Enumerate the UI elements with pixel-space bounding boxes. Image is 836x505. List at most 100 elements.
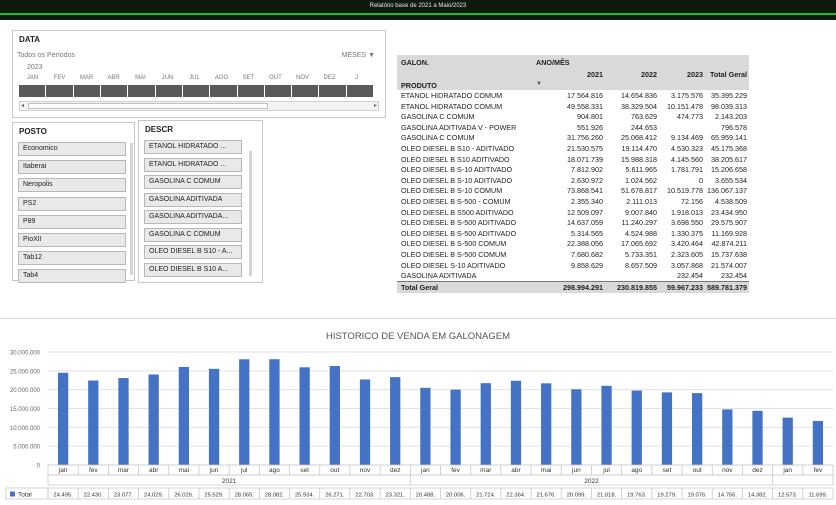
timeline-period-segment[interactable] bbox=[319, 85, 346, 97]
pivot-row-field[interactable]: PRODUTO bbox=[401, 81, 437, 90]
bar[interactable] bbox=[571, 389, 582, 465]
pivot-cell: 19.114.470 bbox=[621, 143, 657, 153]
bar[interactable] bbox=[782, 417, 793, 465]
bar[interactable] bbox=[390, 377, 401, 465]
data-table-value: 21.724. bbox=[476, 493, 496, 499]
bar[interactable] bbox=[208, 368, 220, 465]
pivot-row: GASOLINA C COMUM 31.756.260 25.068.412 9.13… bbox=[397, 132, 749, 143]
timeline-period-segment[interactable] bbox=[264, 85, 292, 97]
timeline-month[interactable]: JUL bbox=[181, 75, 208, 81]
pivot-measure: GALON. bbox=[401, 58, 429, 67]
scroll-left-icon[interactable]: ◂ bbox=[21, 102, 24, 109]
timeline-period-segment[interactable] bbox=[46, 85, 73, 97]
slicer-item[interactable]: OLEO DIESEL B S10 A... bbox=[144, 262, 242, 277]
descr-slicer[interactable]: DESCR ETANOL HIDRATADO ... ETANOL HIDRATA… bbox=[138, 120, 263, 283]
pivot-cell: 904.801 bbox=[577, 112, 603, 122]
descr-slicer-scrollbar[interactable] bbox=[249, 151, 252, 276]
bar[interactable] bbox=[118, 378, 129, 465]
timeline-month[interactable]: JAN bbox=[19, 75, 46, 81]
pivot-row-label: ETANOL HIDRATADO COMUM bbox=[401, 91, 503, 100]
date-timeline-slicer[interactable]: DATA Todos os Períodos MESES ▼ 2023 JAN F… bbox=[12, 30, 386, 118]
slicer-item[interactable]: OLEO DIESEL B S10 - A... bbox=[144, 245, 242, 259]
bar[interactable] bbox=[752, 410, 763, 465]
bar[interactable] bbox=[631, 390, 642, 465]
pivot-filter-icon[interactable]: ▼ bbox=[536, 81, 542, 87]
bar[interactable] bbox=[541, 383, 552, 465]
timeline-level-dropdown[interactable]: MESES ▼ bbox=[342, 52, 375, 59]
timeline-month[interactable]: OUT bbox=[262, 75, 289, 81]
slicer-item[interactable]: Tab12 bbox=[18, 251, 126, 266]
slicer-item[interactable]: PS2 bbox=[18, 196, 126, 211]
timeline-month[interactable]: AGO bbox=[208, 75, 235, 81]
pivot-row: ETANOL HIDRATADO COMUM 17.564.816 14.654.8… bbox=[397, 90, 749, 101]
timeline-period-segment[interactable] bbox=[155, 85, 182, 97]
bar[interactable] bbox=[510, 380, 522, 465]
posto-slicer-scrollbar[interactable] bbox=[130, 143, 133, 275]
timeline-scrollbar[interactable]: ◂ ▸ bbox=[19, 101, 379, 111]
bar[interactable] bbox=[88, 380, 99, 465]
timeline-month[interactable]: DEZ bbox=[316, 75, 343, 81]
timeline-period-segment[interactable] bbox=[19, 85, 46, 97]
bar[interactable] bbox=[329, 366, 340, 465]
pivot-cell: 10.519.778 bbox=[667, 186, 703, 196]
timeline-period-segment[interactable] bbox=[237, 85, 264, 97]
timeline-month[interactable]: MAR bbox=[73, 75, 100, 81]
timeline-period-segment[interactable] bbox=[210, 85, 237, 97]
bar[interactable] bbox=[480, 383, 491, 465]
timeline-month[interactable]: J bbox=[343, 75, 370, 81]
bar[interactable] bbox=[299, 367, 310, 465]
pivot-cell: 5.733.351 bbox=[625, 249, 657, 259]
x-tick-label: jun bbox=[209, 467, 219, 474]
timeline-month[interactable]: NOV bbox=[289, 75, 316, 81]
bar[interactable] bbox=[359, 379, 371, 465]
timeline-period-segment[interactable] bbox=[182, 85, 210, 97]
timeline-period-segment[interactable] bbox=[128, 85, 155, 97]
bar[interactable] bbox=[601, 385, 612, 465]
bar[interactable] bbox=[178, 366, 189, 465]
pivot-cell: 72.156 bbox=[681, 196, 703, 206]
slicer-item[interactable]: GASOLINA C COMUM bbox=[144, 175, 242, 189]
pivot-cell: 31.756.260 bbox=[567, 133, 603, 143]
bar[interactable] bbox=[269, 359, 280, 465]
bar[interactable] bbox=[692, 393, 703, 465]
bar[interactable] bbox=[57, 372, 69, 465]
data-table-value: 24.495. bbox=[53, 493, 73, 499]
bar[interactable] bbox=[420, 387, 431, 465]
slicer-item[interactable]: GASOLINA C COMUM bbox=[144, 227, 242, 242]
bar[interactable] bbox=[722, 409, 733, 465]
timeline-period-segment[interactable] bbox=[292, 85, 319, 97]
bar[interactable] bbox=[239, 359, 250, 465]
pivot-col-field[interactable]: ANO/MÊS bbox=[536, 58, 570, 67]
y-tick-label: 10.000.000 bbox=[10, 426, 41, 432]
timeline-period-segment[interactable] bbox=[346, 85, 374, 97]
timeline-caption: Todos os Períodos bbox=[17, 52, 75, 59]
timeline-month[interactable]: ABR bbox=[100, 75, 127, 81]
timeline-month[interactable]: JUN bbox=[154, 75, 181, 81]
slicer-item[interactable]: Neropolis bbox=[18, 178, 126, 193]
timeline-period-segment[interactable] bbox=[73, 85, 100, 97]
slicer-item[interactable]: PioXII bbox=[18, 233, 126, 247]
bar[interactable] bbox=[450, 389, 461, 465]
slicer-item[interactable]: GASOLINA ADITIVADA bbox=[144, 192, 242, 207]
bar[interactable] bbox=[812, 420, 824, 465]
bar[interactable] bbox=[661, 392, 673, 465]
slicer-item[interactable]: Tab4 bbox=[18, 269, 126, 284]
timeline-period-bar[interactable] bbox=[19, 85, 374, 97]
pivot-row: OLEO DIESEL B S500 ADITIVADO 12.509.097 9.… bbox=[397, 207, 749, 218]
slicer-item[interactable]: Economico bbox=[18, 142, 126, 156]
pivot-cell: 5.314.565 bbox=[571, 228, 603, 238]
timeline-scroll-thumb[interactable] bbox=[28, 103, 268, 109]
slicer-item[interactable]: ETANOL HIDRATADO ... bbox=[144, 157, 242, 172]
slicer-item[interactable]: ETANOL HIDRATADO ... bbox=[144, 140, 242, 154]
posto-slicer[interactable]: POSTO Economico Itaberai Neropolis PS2 P89 Pi… bbox=[12, 122, 135, 284]
timeline-month[interactable]: SET bbox=[235, 75, 262, 81]
slicer-item[interactable]: Itaberai bbox=[18, 160, 126, 175]
bar[interactable] bbox=[148, 374, 159, 465]
x-tick-label: jul bbox=[240, 467, 248, 474]
slicer-item[interactable]: GASOLINA ADITIVADA... bbox=[144, 210, 242, 224]
timeline-period-segment[interactable] bbox=[100, 85, 128, 97]
timeline-month[interactable]: MAI bbox=[127, 75, 154, 81]
slicer-item[interactable]: P89 bbox=[18, 214, 126, 229]
scroll-right-icon[interactable]: ▸ bbox=[374, 102, 377, 109]
timeline-month[interactable]: FEV bbox=[46, 75, 73, 81]
